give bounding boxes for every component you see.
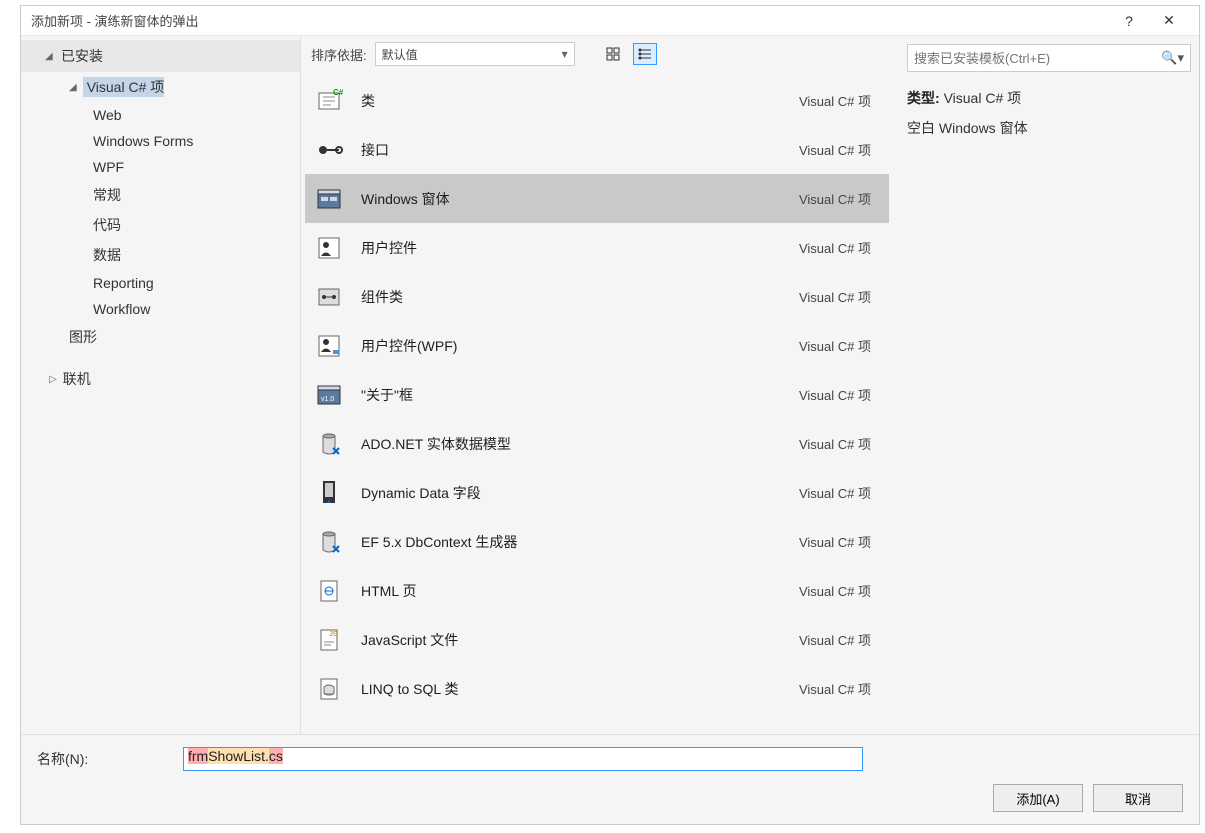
template-lang: Visual C# 项: [799, 385, 881, 404]
sidebar-item-wpf[interactable]: WPF: [21, 154, 300, 180]
ef5-icon: [313, 526, 345, 558]
template-name: "关于"框: [361, 385, 783, 405]
wpfcontrol-icon: [313, 330, 345, 362]
template-row[interactable]: Dynamic Data 字段 Visual C# 项: [305, 468, 889, 517]
grid-view-button[interactable]: [601, 43, 625, 65]
interface-icon: [313, 134, 345, 166]
template-row[interactable]: C# 类 Visual C# 项: [305, 76, 889, 125]
template-name: HTML 页: [361, 581, 783, 601]
ado-icon: [313, 428, 345, 460]
sidebar: 已安装 Visual C# 项 Web Windows Forms WPF 常规…: [21, 36, 301, 734]
sidebar-item-workflow[interactable]: Workflow: [21, 296, 300, 322]
dynfield-icon: [313, 477, 345, 509]
template-name: Windows 窗体: [361, 189, 783, 209]
about-icon: v1.0: [313, 379, 345, 411]
search-input[interactable]: [914, 51, 1161, 66]
name-label: 名称(N):: [37, 749, 167, 769]
sort-label: 排序依据:: [311, 45, 367, 64]
footer-buttons: 添加(A) 取消: [993, 784, 1183, 812]
template-lang: Visual C# 项: [799, 679, 881, 698]
template-lang: Visual C# 项: [799, 91, 881, 110]
sidebar-item-label: Visual C# 项: [83, 77, 165, 97]
template-lang: Visual C# 项: [799, 189, 881, 208]
template-row[interactable]: 组件类 Visual C# 项: [305, 272, 889, 321]
sidebar-item-code[interactable]: 代码: [21, 210, 300, 240]
list-icon: [638, 47, 652, 61]
toolbar: 排序依据: 默认值: [301, 36, 899, 72]
details-panel: 🔍▾ 类型: Visual C# 项 空白 Windows 窗体: [899, 36, 1199, 734]
sort-dropdown[interactable]: 默认值: [375, 42, 575, 66]
template-name: Dynamic Data 字段: [361, 483, 783, 503]
template-name: ADO.NET 实体数据模型: [361, 434, 783, 454]
template-name: 类: [361, 91, 783, 111]
svg-text:C#: C#: [333, 88, 343, 97]
sidebar-item-general[interactable]: 常规: [21, 180, 300, 210]
template-lang: Visual C# 项: [799, 238, 881, 257]
template-lang: Visual C# 项: [799, 532, 881, 551]
type-row: 类型: Visual C# 项: [907, 88, 1191, 108]
template-name: 组件类: [361, 287, 783, 307]
template-row[interactable]: EF 5.x DbContext 生成器 Visual C# 项: [305, 517, 889, 566]
cancel-button[interactable]: 取消: [1093, 784, 1183, 812]
type-value: Visual C# 项: [944, 90, 1022, 106]
template-lang: Visual C# 项: [799, 581, 881, 600]
template-row[interactable]: v1.0 "关于"框 Visual C# 项: [305, 370, 889, 419]
name-row: 名称(N): frmShowList.cs: [37, 747, 1183, 771]
sidebar-item-csharp[interactable]: Visual C# 项: [21, 72, 300, 102]
winform-icon: [313, 183, 345, 215]
template-lang: Visual C# 项: [799, 630, 881, 649]
template-lang: Visual C# 项: [799, 336, 881, 355]
template-name: 用户控件: [361, 238, 783, 258]
help-button[interactable]: ?: [1109, 7, 1149, 35]
template-row[interactable]: ADO.NET 实体数据模型 Visual C# 项: [305, 419, 889, 468]
template-lang: Visual C# 项: [799, 287, 881, 306]
search-icon: 🔍▾: [1161, 50, 1184, 66]
template-row[interactable]: JS JavaScript 文件 Visual C# 项: [305, 615, 889, 664]
template-lang: Visual C# 项: [799, 140, 881, 159]
template-row[interactable]: 用户控件(WPF) Visual C# 项: [305, 321, 889, 370]
svg-text:JS: JS: [329, 631, 338, 638]
window-title: 添加新项 - 演练新窗体的弹出: [31, 11, 1109, 30]
template-name: EF 5.x DbContext 生成器: [361, 532, 783, 552]
template-row[interactable]: LINQ to SQL 类 Visual C# 项: [305, 664, 889, 713]
sidebar-item-reporting[interactable]: Reporting: [21, 270, 300, 296]
add-new-item-dialog: 添加新项 - 演练新窗体的弹出 ? ✕ 已安装 Visual C# 项 Web …: [20, 5, 1200, 825]
bottom-panel: 名称(N): frmShowList.cs 添加(A) 取消: [21, 734, 1199, 824]
sidebar-item-data[interactable]: 数据: [21, 240, 300, 270]
html-icon: [313, 575, 345, 607]
linq-icon: [313, 673, 345, 705]
component-icon: [313, 281, 345, 313]
sidebar-item-web[interactable]: Web: [21, 102, 300, 128]
grid-icon: [606, 47, 620, 61]
type-label: 类型:: [907, 90, 940, 106]
titlebar: 添加新项 - 演练新窗体的弹出 ? ✕: [21, 6, 1199, 36]
description: 空白 Windows 窗体: [907, 118, 1191, 138]
template-name: 用户控件(WPF): [361, 336, 783, 356]
template-lang: Visual C# 项: [799, 434, 881, 453]
sidebar-item-graphics[interactable]: 图形: [21, 322, 300, 352]
template-list[interactable]: C#类Visual C# 项接口Visual C# 项Windows 窗体Vis…: [301, 72, 899, 734]
template-name: LINQ to SQL 类: [361, 679, 783, 699]
svg-text:v1.0: v1.0: [321, 396, 334, 403]
class-icon: C#: [313, 85, 345, 117]
search-box[interactable]: 🔍▾: [907, 44, 1191, 72]
sidebar-online[interactable]: 联机: [21, 364, 300, 394]
template-name: 接口: [361, 140, 783, 160]
template-name: JavaScript 文件: [361, 630, 783, 650]
center-panel: 排序依据: 默认值 C#类Visual C# 项接口Visual C# 项Win…: [301, 36, 899, 734]
js-icon: JS: [313, 624, 345, 656]
template-row[interactable]: 接口 Visual C# 项: [305, 125, 889, 174]
list-view-button[interactable]: [633, 43, 657, 65]
template-lang: Visual C# 项: [799, 483, 881, 502]
template-row[interactable]: HTML 页 Visual C# 项: [305, 566, 889, 615]
sidebar-installed-header[interactable]: 已安装: [21, 40, 300, 72]
template-row[interactable]: Windows 窗体 Visual C# 项: [305, 174, 889, 223]
sidebar-item-winforms[interactable]: Windows Forms: [21, 128, 300, 154]
sort-value: 默认值: [382, 46, 418, 63]
add-button[interactable]: 添加(A): [993, 784, 1083, 812]
usercontrol-icon: [313, 232, 345, 264]
close-button[interactable]: ✕: [1149, 7, 1189, 35]
name-input[interactable]: frmShowList.cs: [183, 747, 863, 771]
template-row[interactable]: 用户控件 Visual C# 项: [305, 223, 889, 272]
